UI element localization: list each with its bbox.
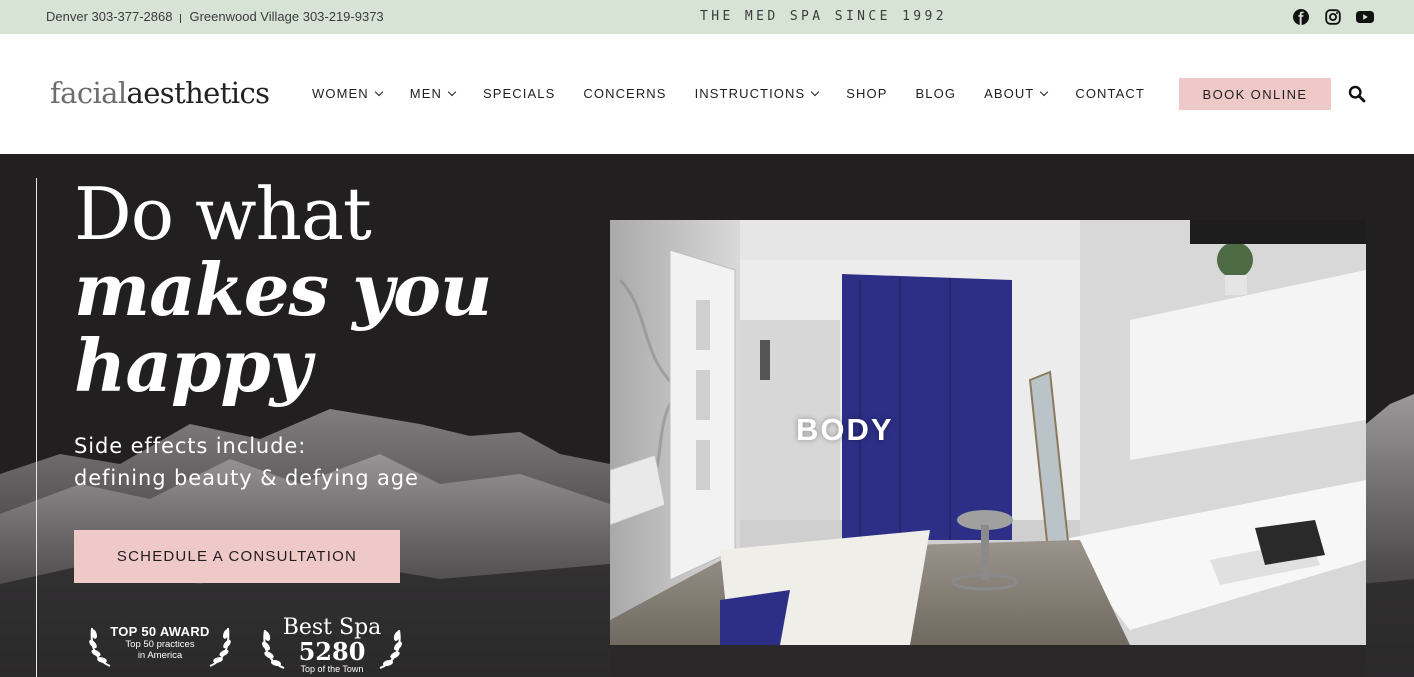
- divider: [180, 13, 182, 23]
- nav-men-label: MEN: [409, 86, 442, 101]
- site-logo[interactable]: facialaesthetics: [50, 76, 270, 110]
- best-spa-5280-badge: Best Spa 5280 Top of the Town: [260, 616, 404, 676]
- chevron-down-icon: [374, 87, 384, 96]
- nav-blog[interactable]: BLOG: [916, 86, 957, 101]
- nav-concerns[interactable]: CONCERNS: [583, 86, 666, 101]
- laurel-icon: [379, 629, 402, 669]
- headline-line-3: happy: [74, 323, 312, 408]
- nav-instructions-label: INSTRUCTIONS: [694, 86, 806, 101]
- instagram-icon[interactable]: [1324, 8, 1342, 26]
- nav-women-label: WOMEN: [312, 86, 369, 101]
- nav-specials-label: SPECIALS: [482, 86, 556, 101]
- main-nav: WOMEN MEN SPECIALS CONCERNS INSTRUCTIONS…: [312, 86, 1145, 101]
- nav-about-label: ABOUT: [984, 86, 1035, 101]
- nav-about[interactable]: ABOUT: [984, 86, 1049, 101]
- treatment-room-image: [610, 220, 1366, 645]
- subheadline-line-1: Side effects include:: [74, 434, 307, 458]
- hero-subheadline: Side effects include: defining beauty & …: [74, 430, 419, 494]
- nav-instructions[interactable]: INSTRUCTIONS: [694, 86, 820, 101]
- top-bar: Denver 303-377-2868 Greenwood Village 30…: [0, 0, 1414, 34]
- vertical-divider: [36, 178, 37, 677]
- tagline: THE MED SPA SINCE 1992: [700, 9, 947, 24]
- headline-line-2: makes you: [74, 247, 492, 332]
- chevron-down-icon: [1040, 87, 1049, 96]
- book-online-button[interactable]: BOOK ONLINE: [1179, 78, 1331, 110]
- logo-part-facial: facial: [50, 76, 127, 110]
- nav-blog-label: BLOG: [915, 86, 957, 101]
- headline-line-1: Do what: [74, 172, 372, 256]
- hero-headline: Do what makes you happy: [74, 172, 492, 408]
- nav-concerns-label: CONCERNS: [583, 86, 667, 101]
- contact-numbers: Denver 303-377-2868 Greenwood Village 30…: [46, 9, 384, 24]
- nav-men[interactable]: MEN: [409, 86, 457, 101]
- laurel-icon: [89, 627, 111, 667]
- site-header: facialaesthetics WOMEN MEN SPECIALS CONC…: [0, 34, 1414, 154]
- search-icon[interactable]: [1348, 85, 1366, 103]
- nav-contact-label: CONTACT: [1075, 86, 1145, 101]
- chevron-down-icon: [447, 87, 457, 96]
- hero-video[interactable]: BODY: [610, 220, 1366, 645]
- chevron-down-icon: [811, 87, 820, 96]
- laurel-icon: [262, 629, 285, 669]
- social-links: [1292, 8, 1374, 26]
- laurel-icon: [209, 627, 231, 667]
- hero-section: Do what makes you happy Side effects inc…: [0, 154, 1414, 677]
- logo-part-aesthetics: aesthetics: [126, 76, 270, 110]
- video-caption: BODY: [796, 412, 894, 447]
- nav-specials[interactable]: SPECIALS: [483, 86, 555, 101]
- schedule-consultation-button[interactable]: SCHEDULE A CONSULTATION: [74, 530, 400, 583]
- nav-shop-label: SHOP: [846, 86, 888, 101]
- greenwood-phone[interactable]: Greenwood Village 303-219-9373: [189, 9, 383, 24]
- denver-phone[interactable]: Denver 303-377-2868: [46, 9, 172, 24]
- top-50-award-badge: TOP 50 AWARD Top 50 practices in America: [88, 622, 232, 672]
- nav-shop[interactable]: SHOP: [846, 86, 887, 101]
- youtube-icon[interactable]: [1356, 8, 1374, 26]
- nav-contact[interactable]: CONTACT: [1075, 86, 1145, 101]
- nav-women[interactable]: WOMEN: [312, 86, 384, 101]
- facebook-icon[interactable]: [1292, 8, 1310, 26]
- subheadline-line-2: defining beauty & defying age: [74, 466, 419, 490]
